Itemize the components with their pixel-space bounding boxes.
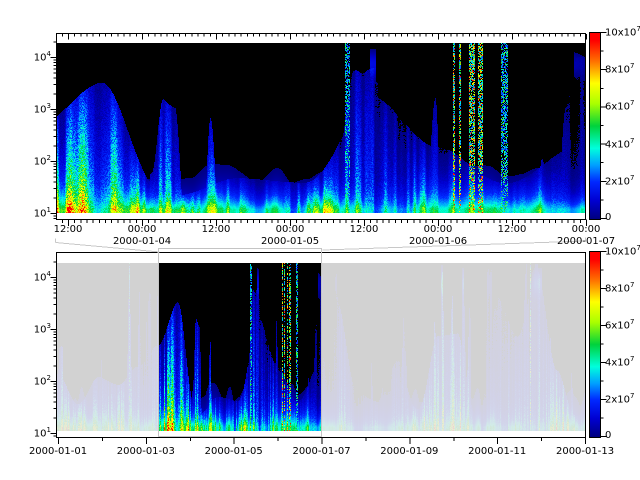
overview-colorbar-tick-label: 2x107 xyxy=(605,393,634,406)
detail-heatmap-canvas[interactable] xyxy=(57,43,585,213)
detail-colorbar-tick-label: 6x107 xyxy=(605,100,634,113)
overview-colorbar-tick-label: 4x107 xyxy=(605,356,634,369)
detail-colorbar-tick-label: 4x107 xyxy=(605,138,634,151)
overview-x-tick-label: 2000-01-01 xyxy=(29,446,87,458)
detail-x-tick-label: 00:00 xyxy=(128,224,157,236)
overview-y-tick-label: 101 xyxy=(5,427,51,440)
detail-x-tick-label: 00:00 xyxy=(572,224,601,236)
detail-y-tick-label: 102 xyxy=(5,155,51,168)
overview-colorbar-tick-label: 8x107 xyxy=(605,282,634,295)
overview-x-tick-label: 2000-01-11 xyxy=(468,446,526,458)
detail-y-tick-label: 104 xyxy=(5,51,51,64)
overview-y-tick-label: 103 xyxy=(5,323,51,336)
overview-colorbar-tick-label: 0 xyxy=(605,430,611,442)
detail-x-date-label: 2000-01-06 xyxy=(409,236,467,248)
detail-x-tick-label: 12:00 xyxy=(54,224,83,236)
detail-x-tick-label: 12:00 xyxy=(498,224,527,236)
detail-colorbar xyxy=(589,32,601,220)
detail-x-date-label: 2000-01-04 xyxy=(113,236,171,248)
detail-x-tick-label: 12:00 xyxy=(350,224,379,236)
detail-x-date-label: 2000-01-05 xyxy=(261,236,319,248)
detail-x-tick-label: 12:00 xyxy=(202,224,231,236)
detail-x-tick-label: 00:00 xyxy=(424,224,453,236)
overview-x-tick-label: 2000-01-09 xyxy=(380,446,438,458)
detail-colorbar-tick-label: 0 xyxy=(605,212,611,224)
overview-x-tick-label: 2000-01-05 xyxy=(205,446,263,458)
detail-y-tick-label: 101 xyxy=(5,207,51,220)
detail-colorbar-tick-label: 10x107 xyxy=(605,26,640,39)
zoom-selection-box[interactable] xyxy=(158,248,322,437)
overview-colorbar-tick-label: 10x107 xyxy=(605,245,640,258)
overview-colorbar xyxy=(589,251,601,438)
overview-y-tick-label: 104 xyxy=(5,271,51,284)
overview-colorbar-tick-label: 6x107 xyxy=(605,319,634,332)
detail-y-tick-label: 103 xyxy=(5,103,51,116)
detail-colorbar-tick-label: 8x107 xyxy=(605,63,634,76)
overview-y-tick-label: 102 xyxy=(5,375,51,388)
spectrogram-figure: 12:0000:002000-01-0412:0000:002000-01-05… xyxy=(0,0,640,480)
overview-x-tick-label: 2000-01-13 xyxy=(556,446,614,458)
detail-x-tick-label: 00:00 xyxy=(276,224,305,236)
overview-x-tick-label: 2000-01-03 xyxy=(117,446,175,458)
detail-colorbar-tick-label: 2x107 xyxy=(605,175,634,188)
overview-x-tick-label: 2000-01-07 xyxy=(292,446,350,458)
